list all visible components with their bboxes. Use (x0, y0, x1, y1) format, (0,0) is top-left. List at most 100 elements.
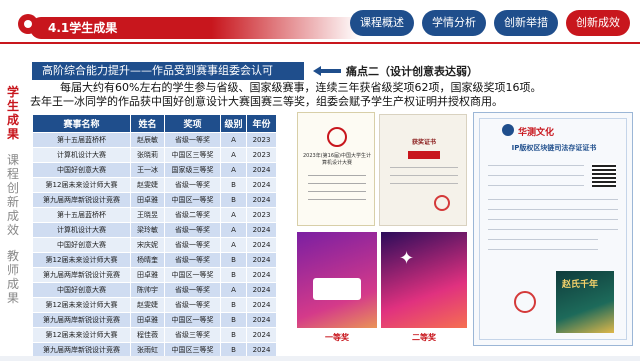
certificate-1-text: 2023年(第16届)中国大学生计算机设计大赛 (303, 153, 371, 166)
cell-level: A (220, 222, 247, 238)
cell-award: 省级一等奖 (164, 177, 221, 193)
cell-name: 田卓雅 (130, 192, 165, 208)
cell-award: 省级二等奖 (164, 207, 221, 223)
table-row: 中国好创意大赛 宋庆妮 省级一等奖 A 2024 (32, 237, 277, 253)
text-line (488, 199, 618, 200)
table-row: 第12届未来设计师大赛 程佳薇 省级三等奖 B 2024 (32, 327, 277, 343)
text-line (488, 229, 618, 230)
cell-year: 2023 (246, 207, 277, 223)
table-row: 计算机设计大赛 梁玲敏 省级一等奖 A 2024 (32, 222, 277, 238)
seal-icon (327, 127, 347, 147)
tab-course-overview[interactable]: 课程概述 (350, 10, 414, 36)
divider (308, 183, 366, 184)
text-line (488, 219, 618, 220)
certificate-image-1: 2023年(第16届)中国大学生计算机设计大赛 (297, 112, 375, 226)
col-header-competition: 赛事名称 (32, 114, 131, 133)
cell-name: 杨晴奎 (130, 252, 165, 268)
cell-competition: 第十五届蓝桥杯 (32, 207, 131, 223)
cell-year: 2024 (246, 162, 277, 178)
divider (390, 175, 458, 176)
cell-name: 赵雯婕 (130, 297, 165, 313)
cell-name: 王晓昱 (130, 207, 165, 223)
cell-name: 梁玲敏 (130, 222, 165, 238)
table-header-row: 赛事名称 姓名 奖项 级别 年份 (32, 114, 277, 133)
table-row: 中国好创意大赛 王一冰 国家级三等奖 A 2024 (32, 162, 277, 178)
cell-level: B (220, 312, 247, 328)
cell-award: 中国区一等奖 (164, 267, 221, 283)
cell-level: A (220, 282, 247, 298)
cell-name: 程佳薇 (130, 327, 165, 343)
cell-level: B (220, 252, 247, 268)
tab-innovation-measures[interactable]: 创新举措 (494, 10, 558, 36)
side-nav-item-teacher-results[interactable]: 教师成果 (2, 249, 24, 305)
certificate-2-ribbon (408, 151, 440, 159)
table-row: 第12届未来设计师大赛 赵雯婕 省级一等奖 B 2024 (32, 177, 277, 193)
table-row: 第九届两岸新锐设计竞赛 田卓雅 中国区一等奖 B 2024 (32, 267, 277, 283)
poster-badge (313, 278, 361, 300)
table-row: 第十五届蓝桥杯 赵辰敏 省级一等奖 A 2023 (32, 132, 277, 148)
tab-innovation-results[interactable]: 创新成效 (566, 10, 630, 36)
cell-level: B (220, 267, 247, 283)
qr-code-icon (592, 163, 616, 187)
cell-level: A (220, 207, 247, 223)
cell-award: 省级一等奖 (164, 297, 221, 313)
cell-level: A (220, 162, 247, 178)
cell-award: 省级一等奖 (164, 237, 221, 253)
awards-table: 赛事名称 姓名 奖项 级别 年份 第十五届蓝桥杯 赵辰敏 省级一等奖 A 2023 计算机… (32, 114, 277, 358)
divider (308, 199, 366, 200)
table-row: 中国好创意大赛 陈帅宇 省级一等奖 A 2024 (32, 282, 277, 298)
artwork-title: 赵氏千年 (562, 280, 599, 290)
table-row: 计算机设计大赛 张晓莉 中国区三等奖 A 2023 (32, 147, 277, 163)
cell-competition: 中国好创意大赛 (32, 282, 131, 298)
poster-2-caption: 二等奖 (381, 328, 467, 348)
cell-level: A (220, 147, 247, 163)
cell-competition: 第十五届蓝桥杯 (32, 132, 131, 148)
text-line (488, 209, 618, 210)
tab-learning-analysis[interactable]: 学情分析 (422, 10, 486, 36)
cell-competition: 第12届未来设计师大赛 (32, 327, 131, 343)
cell-name: 张晓莉 (130, 147, 165, 163)
cell-competition: 第九届两岸新锐设计竞赛 (32, 267, 131, 283)
cell-level: A (220, 237, 247, 253)
blockchain-certificate-title: IP版权区块链司法存证证书 (511, 144, 597, 152)
table-body: 第十五届蓝桥杯 赵辰敏 省级一等奖 A 2023 计算机设计大赛 张晓莉 中国区三等奖 A 202… (32, 132, 277, 358)
side-nav-item-student-results[interactable]: 学生成果 (2, 85, 24, 141)
cell-level: A (220, 132, 247, 148)
cell-name: 田卓雅 (130, 267, 165, 283)
cell-year: 2024 (246, 312, 277, 328)
company-logo-text: 华测文化 (518, 128, 555, 138)
cell-award: 中国区三等奖 (164, 147, 221, 163)
side-nav-item-course-innovation[interactable]: 课程创新成效 (2, 153, 24, 237)
col-header-level: 级别 (220, 114, 247, 133)
page-title: 4.1学生成果 (48, 21, 118, 35)
cell-competition: 第九届两岸新锐设计竞赛 (32, 192, 131, 208)
table-row: 第12届未来设计师大赛 杨晴奎 省级一等奖 B 2024 (32, 252, 277, 268)
cell-year: 2024 (246, 327, 277, 343)
text-line (488, 249, 598, 250)
cell-award: 省级一等奖 (164, 222, 221, 238)
cell-competition: 中国好创意大赛 (32, 162, 131, 178)
cell-competition: 计算机设计大赛 (32, 147, 131, 163)
cell-competition: 中国好创意大赛 (32, 237, 131, 253)
text-line (488, 239, 598, 240)
artwork-thumbnail: 赵氏千年 (556, 271, 614, 333)
cell-competition: 第九届两岸新锐设计竞赛 (32, 312, 131, 328)
certificate-image-2: 获奖证书 (379, 114, 467, 226)
award-poster-1: 一等奖 (297, 232, 377, 348)
divider (390, 167, 458, 168)
cell-level: B (220, 177, 247, 193)
cell-year: 2024 (246, 282, 277, 298)
cell-award: 省级一等奖 (164, 132, 221, 148)
stamp-icon (434, 195, 450, 211)
cell-award: 省级一等奖 (164, 252, 221, 268)
cell-year: 2024 (246, 192, 277, 208)
blockchain-certificate: 华测文化 IP版权区块链司法存证证书 赵氏千年 (473, 112, 633, 346)
cell-year: 2023 (246, 147, 277, 163)
cell-year: 2024 (246, 267, 277, 283)
left-arrow-icon (313, 66, 341, 76)
text-line (488, 165, 584, 166)
cell-year: 2024 (246, 252, 277, 268)
cell-award: 省级三等奖 (164, 327, 221, 343)
table-row: 第九届两岸新锐设计竞赛 田卓雅 中国区一等奖 B 2024 (32, 312, 277, 328)
poster-2-graphic: ✦ (399, 248, 415, 269)
